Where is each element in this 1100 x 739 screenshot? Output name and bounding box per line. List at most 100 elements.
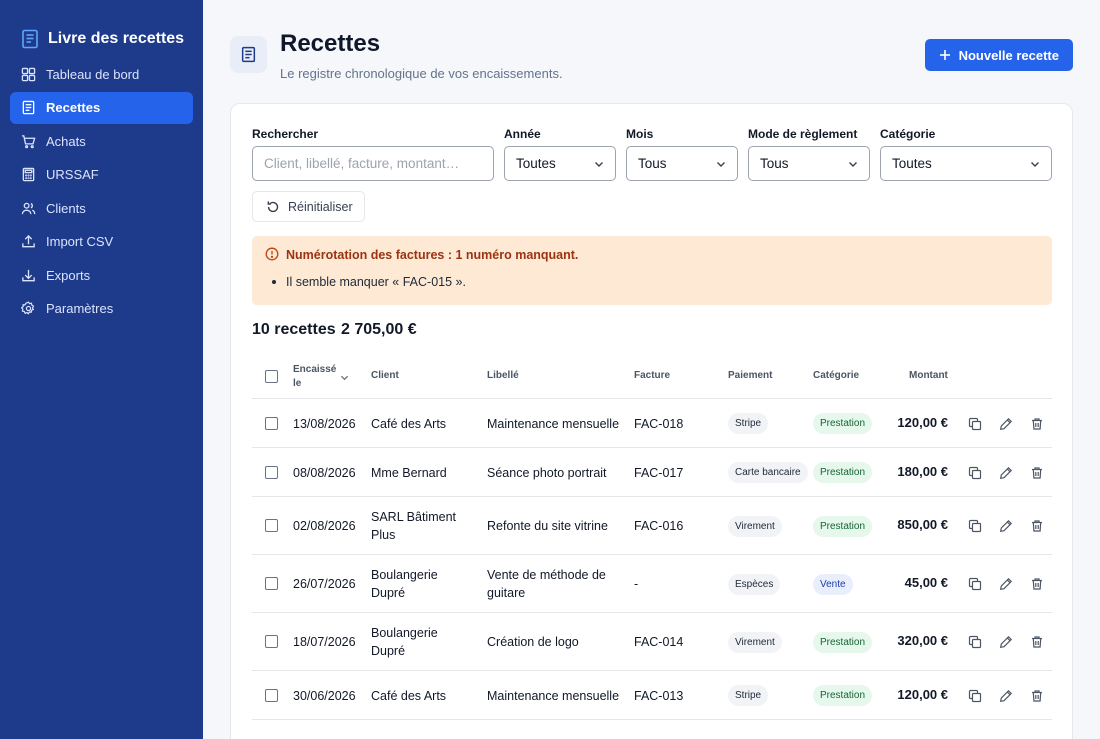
cell-invoice: FAC-013 — [634, 688, 684, 703]
sidebar-item-label: Achats — [46, 133, 86, 149]
sort-chevron-down-icon[interactable] — [340, 373, 349, 382]
cell-invoice: FAC-016 — [634, 519, 684, 533]
cell-invoice: FAC-018 — [634, 416, 684, 431]
chevron-down-icon — [849, 162, 857, 167]
trash-icon[interactable] — [1030, 519, 1044, 533]
col-client-header[interactable]: Client — [371, 370, 399, 381]
row-checkbox[interactable] — [265, 519, 278, 532]
row-checkbox[interactable] — [265, 688, 278, 702]
trash-icon[interactable] — [1030, 466, 1044, 480]
category-select[interactable]: Toutes — [880, 146, 1052, 181]
page-subtitle: Le registre chronologique de vos encaiss… — [280, 66, 563, 81]
search-input[interactable]: Client, libellé, facture, montant… — [252, 146, 494, 181]
row-checkbox[interactable] — [265, 635, 278, 648]
col-invoice-header[interactable]: Facture — [634, 370, 670, 381]
cell-client: SARL Bâtiment Plus — [371, 508, 456, 544]
cell-amount: 120,00 € — [897, 686, 948, 702]
sidebar-item-parametres[interactable]: Paramètres — [10, 293, 193, 325]
col-category-header[interactable]: Catégorie — [813, 370, 859, 381]
recettes-card: Rechercher Client, libellé, facture, mon… — [230, 103, 1073, 739]
category-label: Catégorie — [880, 127, 936, 141]
cell-amount: 320,00 € — [897, 633, 948, 648]
duplicate-icon[interactable] — [968, 519, 982, 533]
col-amount-header[interactable]: Montant — [909, 370, 948, 381]
sidebar-item-import-csv[interactable]: Import CSV — [10, 226, 193, 258]
cell-client: Boulangerie Dupré — [371, 624, 438, 660]
sidebar-item-exports[interactable]: Exports — [10, 259, 193, 291]
cell-client: Café des Arts — [371, 415, 446, 433]
category-badge: Prestation — [813, 462, 873, 483]
alert-item: Il semble manquer « FAC-015 ». — [286, 275, 466, 289]
cell-label-line: Maintenance mensuelle — [487, 688, 620, 703]
duplicate-icon[interactable] — [968, 466, 982, 480]
sidebar-item-label: Clients — [46, 200, 86, 216]
payment-badge: Virement — [728, 631, 782, 653]
table-row[interactable]: 30/06/2026 Café des Arts Maintenance mensu… — [252, 671, 1052, 720]
table-row[interactable]: 26/07/2026 Boulangerie Dupré Vente de métho… — [252, 555, 1052, 613]
sidebar-item-recettes[interactable]: Recettes — [10, 91, 193, 124]
sidebar-item-label: Import CSV — [46, 234, 114, 249]
trash-icon[interactable] — [1030, 689, 1044, 703]
cell-label-line: guitare — [487, 586, 526, 600]
edit-pencil-icon[interactable] — [999, 689, 1013, 703]
reset-button[interactable]: Réinitialiser — [252, 191, 365, 222]
reset-label: Réinitialiser — [288, 199, 353, 214]
sidebar-item-achats[interactable]: Achats — [10, 125, 193, 157]
edit-pencil-icon[interactable] — [999, 466, 1013, 480]
month-select[interactable]: Tous — [626, 146, 738, 181]
sidebar-item-clients[interactable]: Clients — [10, 192, 193, 224]
trash-icon[interactable] — [1030, 577, 1044, 591]
duplicate-icon[interactable] — [968, 635, 982, 649]
edit-pencil-icon[interactable] — [999, 635, 1013, 649]
edit-pencil-icon[interactable] — [999, 417, 1013, 431]
cell-date: 13/08/2026 — [293, 416, 356, 431]
row-checkbox[interactable] — [265, 465, 278, 479]
cell-label: Refonte du site vitrine — [487, 517, 608, 535]
col-label-header[interactable]: Libellé — [487, 370, 519, 381]
chevron-down-icon — [1031, 162, 1039, 167]
cart-icon — [21, 134, 36, 148]
duplicate-icon[interactable] — [968, 417, 982, 431]
duplicate-icon[interactable] — [968, 689, 982, 703]
page-icon — [230, 36, 267, 73]
edit-pencil-icon[interactable] — [999, 519, 1013, 533]
table-row[interactable]: 08/08/2026 Mme Bernard Séance photo portra… — [252, 448, 1052, 497]
sidebar-item-urssaf[interactable]: URSSAF — [10, 159, 193, 191]
new-recette-button[interactable]: Nouvelle recette — [924, 39, 1073, 71]
sidebar-item-label: Tableau de bord — [46, 66, 140, 82]
trash-icon[interactable] — [1030, 417, 1044, 431]
col-payment-header[interactable]: Paiement — [728, 370, 772, 381]
year-select[interactable]: Toutes — [504, 146, 616, 181]
cell-client-line: Dupré — [371, 586, 406, 600]
reset-icon — [267, 201, 279, 212]
payment-label: Mode de règlement — [748, 127, 858, 141]
table-row[interactable]: 13/08/2026 Café des Arts Maintenance mensu… — [252, 399, 1052, 448]
cell-label: Séance photo portrait — [487, 464, 607, 482]
col-date-header[interactable]: Encaissé le — [293, 363, 336, 391]
cell-label: Maintenance mensuelle — [487, 687, 619, 705]
cell-client: Boulangerie Dupré — [371, 566, 438, 602]
cell-client-line: Café des Arts — [371, 416, 447, 431]
edit-pencil-icon[interactable] — [999, 577, 1013, 591]
cell-amount: 850,00 € — [897, 517, 948, 532]
search-placeholder: Client, libellé, facture, montant… — [264, 156, 460, 171]
row-checkbox[interactable] — [265, 416, 278, 430]
row-checkbox[interactable] — [265, 577, 278, 590]
trash-icon[interactable] — [1030, 635, 1044, 649]
select-all-checkbox[interactable] — [265, 370, 278, 383]
cell-invoice: - — [634, 577, 639, 591]
cell-amount: 45,00 € — [904, 575, 948, 590]
cell-client: Mme Bernard — [371, 464, 447, 482]
category-badge: Prestation — [813, 413, 873, 434]
table-row[interactable]: 02/08/2026 SARL Bâtiment Plus Refonte du si… — [252, 497, 1052, 555]
category-badge: Vente — [813, 573, 853, 595]
cell-label: Maintenance mensuelle — [487, 415, 619, 433]
payment-select[interactable]: Tous — [748, 146, 870, 181]
table-row[interactable]: 18/07/2026 Boulangerie Dupré Création de lo… — [252, 613, 1052, 671]
month-value: Tous — [638, 156, 667, 171]
duplicate-icon[interactable] — [968, 577, 982, 591]
new-recette-label: Nouvelle recette — [958, 47, 1059, 63]
alert-title: Numérotation des factures : 1 numéro man… — [286, 248, 579, 262]
sidebar-item-tableau-de-bord[interactable]: Tableau de bord — [10, 58, 193, 90]
cell-client-line: Boulangerie — [371, 568, 438, 582]
